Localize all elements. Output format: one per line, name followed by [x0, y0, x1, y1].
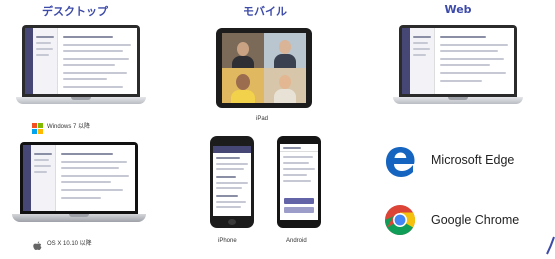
windows-logo-icon: [32, 119, 43, 134]
macbook-screen: [23, 145, 135, 211]
iphone-label: iPhone: [218, 238, 237, 244]
video-call-grid: [222, 33, 306, 103]
web-laptop-image: [393, 25, 523, 111]
windows-laptop-image: [16, 25, 146, 111]
android-label: Android: [286, 238, 307, 244]
chrome-logo-icon: [384, 204, 416, 236]
mac-label: OS X 10.10 以降: [47, 241, 92, 247]
desktop-heading: デスクトップ: [42, 5, 108, 18]
iphone-image: [210, 136, 254, 228]
windows-label: Windows 7 以降: [47, 124, 91, 130]
edge-logo-icon: [384, 145, 416, 179]
mobile-heading: モバイル: [243, 5, 287, 18]
macbook-image: [12, 142, 146, 226]
laptop-screen: [25, 28, 137, 94]
android-phone-image: [277, 136, 321, 228]
chrome-label: Google Chrome: [431, 213, 520, 227]
iphone-screen: [213, 146, 251, 216]
ipad-label: iPad: [256, 116, 269, 122]
web-heading: Web: [444, 3, 472, 16]
android-screen: [280, 144, 318, 220]
web-laptop-screen: [402, 28, 514, 94]
edge-label: Microsoft Edge: [431, 153, 515, 167]
corner-mark: [546, 236, 555, 255]
apple-logo-icon: [33, 236, 42, 250]
ipad-image: [216, 28, 312, 108]
